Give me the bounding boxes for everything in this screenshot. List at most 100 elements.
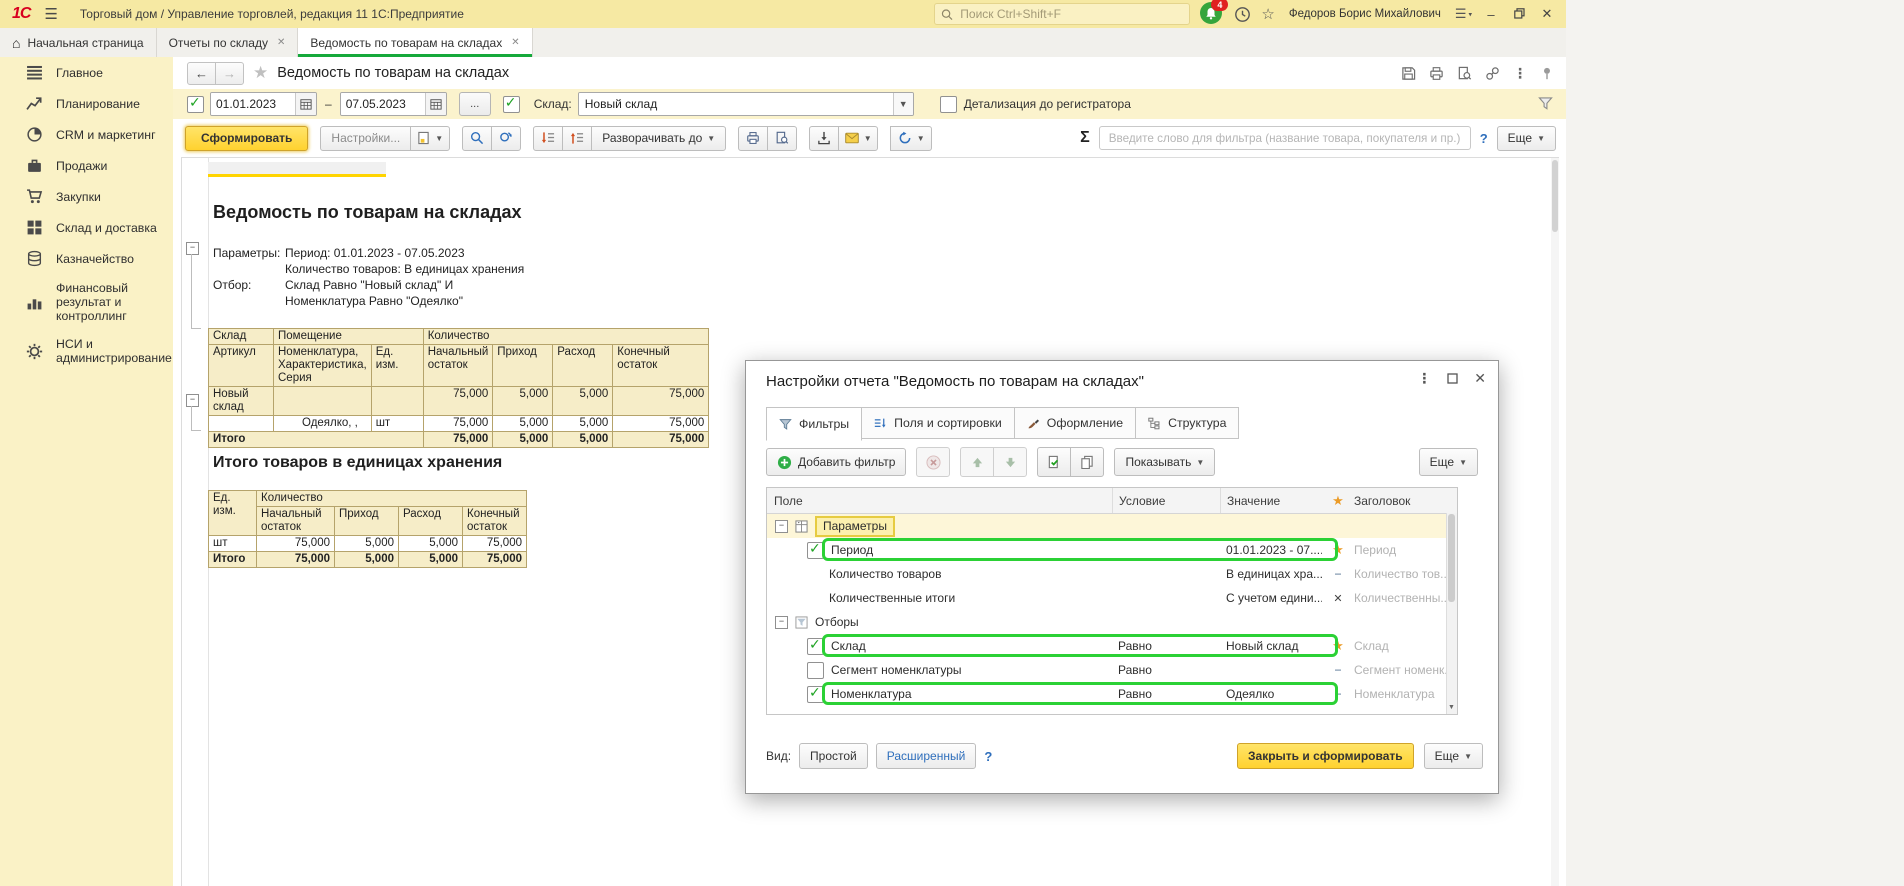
star-icon[interactable]: ★ — [1332, 542, 1344, 557]
send-email-button[interactable]: ▼ — [838, 126, 878, 151]
restore-button[interactable] — [1510, 7, 1528, 22]
scrollbar-thumb[interactable] — [1552, 160, 1558, 232]
row-checkbox[interactable] — [807, 686, 824, 703]
settings-button[interactable]: Настройки... — [320, 126, 411, 151]
condition-value[interactable]: Равно — [1112, 639, 1220, 653]
collapse-icon[interactable]: − — [775, 520, 788, 533]
column-star[interactable]: ★ — [1322, 493, 1354, 509]
check-all-button[interactable] — [1037, 447, 1071, 477]
generate-button[interactable]: Сформировать — [185, 126, 308, 151]
value-cell[interactable]: Новый склад — [1220, 639, 1322, 653]
back-button[interactable]: ← — [187, 62, 216, 85]
column-condition[interactable]: Условие — [1112, 488, 1220, 513]
save-icon[interactable] — [1401, 66, 1416, 81]
table-row[interactable]: шт 75,000 5,000 5,000 75,000 — [209, 536, 527, 552]
tab-appearance[interactable]: Оформление — [1014, 407, 1136, 439]
link-icon[interactable] — [1485, 66, 1500, 81]
global-search-input[interactable] — [958, 6, 1183, 22]
warehouse-checkbox[interactable] — [503, 96, 520, 113]
sidebar-item-sales[interactable]: Продажи — [0, 150, 173, 181]
header-cell[interactable]: Количество тов... — [1354, 567, 1457, 581]
find-next-button[interactable] — [491, 126, 521, 151]
group-row-selections[interactable]: − Отборы — [767, 610, 1457, 634]
sidebar-item-main[interactable]: Главное — [0, 57, 173, 88]
header-cell[interactable]: Склад — [1354, 639, 1457, 653]
sidebar-item-admin[interactable]: НСИ и администрирование — [0, 330, 173, 372]
sidebar-item-warehouse[interactable]: Склад и доставка — [0, 212, 173, 243]
row-checkbox[interactable] — [807, 542, 824, 559]
current-user[interactable]: Федоров Борис Михайлович — [1289, 8, 1441, 20]
main-menu-icon[interactable]: ☰ — [44, 5, 57, 23]
print-preview-button[interactable] — [767, 126, 797, 151]
dash-icon[interactable]: − — [1334, 687, 1341, 701]
pin-icon[interactable] — [1540, 66, 1554, 81]
date-to-field[interactable] — [340, 92, 447, 116]
decrypt-button[interactable]: ▼ — [890, 126, 932, 151]
preview-icon[interactable] — [1457, 66, 1472, 81]
close-tab-icon[interactable]: ✕ — [277, 37, 285, 48]
filter-row-goods-quantity[interactable]: Количество товаров В единицах хра... − К… — [767, 562, 1457, 586]
value-cell[interactable]: Одеялко — [1220, 687, 1322, 701]
header-cell[interactable]: Сегмент номенк... — [1354, 663, 1457, 677]
column-value[interactable]: Значение — [1220, 488, 1322, 513]
print-icon[interactable] — [1429, 66, 1444, 81]
date-from-input[interactable] — [211, 93, 295, 115]
dialog-more-button[interactable]: Еще ▼ — [1419, 448, 1478, 476]
dash-icon[interactable]: − — [1334, 567, 1341, 581]
table-total-row[interactable]: Итого 75,000 5,000 5,000 75,000 — [209, 552, 527, 568]
condition-value[interactable]: Равно — [1112, 687, 1220, 701]
sum-sigma-icon[interactable]: Σ — [1080, 129, 1090, 147]
filter-row-segment[interactable]: Сегмент номенклатуры Равно − Сегмент ном… — [767, 658, 1457, 682]
table-total-row[interactable]: Итого 75,000 5,000 5,000 75,000 — [209, 432, 709, 448]
filter-row-quantity-totals[interactable]: Количественные итоги С учетом едини... ✕… — [767, 586, 1457, 610]
collapse-icon[interactable]: − — [775, 616, 788, 629]
close-and-generate-button[interactable]: Закрыть и сформировать — [1237, 743, 1414, 769]
sidebar-item-finance[interactable]: Финансовый результат и контроллинг — [0, 274, 173, 330]
row-checkbox[interactable] — [807, 638, 824, 655]
history-icon[interactable] — [1234, 6, 1251, 23]
expand-to-button[interactable]: Разворачивать до ▼ — [591, 126, 726, 151]
notifications-button[interactable]: 4 — [1200, 2, 1224, 26]
sidebar-item-planning[interactable]: Планирование — [0, 88, 173, 119]
period-checkbox[interactable] — [187, 96, 204, 113]
detail-checkbox[interactable] — [940, 96, 957, 113]
close-tab-icon[interactable]: ✕ — [511, 37, 519, 48]
date-from-field[interactable] — [210, 92, 317, 116]
tab-home[interactable]: ⌂ Начальная страница — [0, 28, 157, 57]
scrollbar-thumb[interactable] — [1448, 514, 1455, 602]
condition-value[interactable]: Равно — [1112, 663, 1220, 677]
minimize-button[interactable]: – — [1482, 7, 1500, 22]
print-button[interactable] — [738, 126, 768, 151]
sidebar-item-purchases[interactable]: Закупки — [0, 181, 173, 212]
collapse-groups-button[interactable] — [533, 126, 563, 151]
column-field[interactable]: Поле — [767, 494, 1112, 508]
expand-groups-button[interactable] — [562, 126, 592, 151]
star-icon[interactable]: ★ — [1332, 638, 1344, 653]
row-checkbox[interactable] — [807, 662, 824, 679]
dash-icon[interactable]: − — [1334, 663, 1341, 677]
help-icon[interactable]: ? — [984, 749, 992, 764]
dialog-scrollbar[interactable]: ▼ — [1446, 513, 1457, 714]
add-filter-button[interactable]: Добавить фильтр — [766, 448, 906, 476]
header-cell[interactable]: Количественны... — [1354, 591, 1457, 605]
filter-funnel-icon[interactable] — [1538, 96, 1553, 111]
sidebar-item-crm[interactable]: CRM и маркетинг — [0, 119, 173, 150]
dialog-maximize-icon[interactable] — [1447, 373, 1458, 384]
tab-structure[interactable]: Структура — [1135, 407, 1239, 439]
save-file-button[interactable] — [809, 126, 839, 151]
forward-button[interactable]: → — [215, 62, 244, 85]
tab-goods-statement[interactable]: Ведомость по товарам на складах ✕ — [298, 28, 532, 57]
column-header[interactable]: Заголовок — [1354, 494, 1457, 508]
report-scrollbar[interactable] — [1551, 158, 1559, 886]
date-to-input[interactable] — [341, 93, 425, 115]
find-button[interactable] — [462, 126, 492, 151]
tab-fields-sorting[interactable]: Поля и сортировки — [861, 407, 1015, 439]
quick-filter-input[interactable] — [1099, 126, 1471, 150]
warehouse-input[interactable] — [579, 93, 893, 115]
favorite-star-icon[interactable]: ★ — [253, 63, 268, 83]
calendar-icon[interactable] — [425, 93, 446, 115]
header-cell[interactable]: Номенклатура — [1354, 687, 1457, 701]
dialog-close-icon[interactable]: ✕ — [1474, 371, 1486, 385]
more-button[interactable]: Еще ▼ — [1497, 126, 1556, 151]
value-cell[interactable]: В единицах хра... — [1220, 567, 1322, 581]
